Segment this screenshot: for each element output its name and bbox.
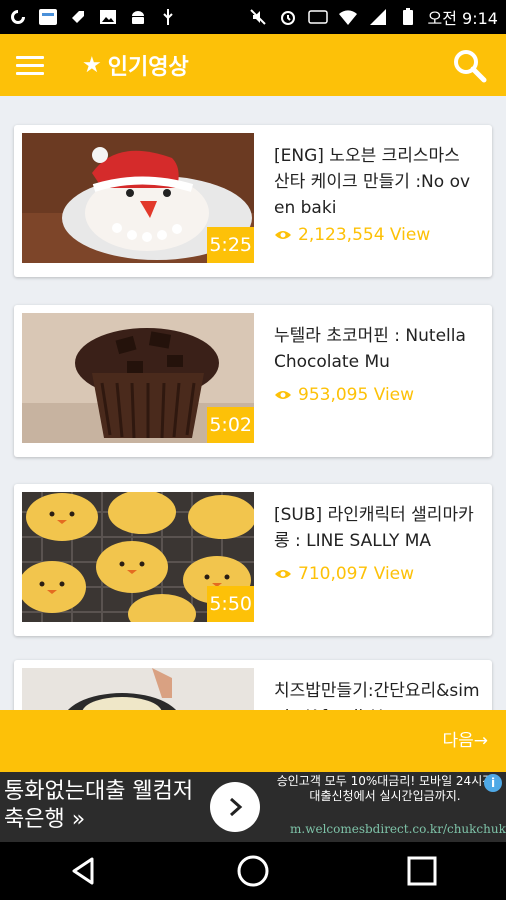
system-nav-bar [0, 842, 506, 900]
ad-headline[interactable]: 통화없는대출 웰컴저축은행 » [4, 778, 204, 834]
app-g-icon [8, 7, 28, 27]
chevron-right-icon [230, 797, 243, 817]
ad-description: 승인고객 모두 10%대금리! 모바일 24시간 대출신청에서 실시간입금까지. [276, 774, 494, 803]
back-triangle-icon [72, 857, 94, 885]
video-card[interactable]: 5:02 누텔라 초코머핀 : Nutella Chocolate Mu 953… [14, 305, 492, 457]
video-views-text: 710,097 View [298, 564, 415, 584]
video-card[interactable]: 치즈밥만들기:간단요리&simple K-food) How to [14, 660, 492, 710]
eye-icon [275, 231, 291, 239]
tag-icon [68, 7, 88, 27]
recents-square-icon [407, 856, 437, 886]
video-card[interactable]: 5:25 [ENG] 노오븐 크리스마스 산타 케이크 만들기 :No oven… [14, 125, 492, 277]
video-title: [ENG] 노오븐 크리스마스 산타 케이크 만들기 :No oven baki [274, 146, 471, 218]
search-button[interactable] [448, 44, 492, 88]
video-thumbnail: 5:50 [22, 492, 254, 622]
video-title: [SUB] 라인캐릭터 샐리마카롱 : LINE SALLY MA [274, 505, 474, 551]
video-card[interactable]: 5:50 [SUB] 라인캐릭터 샐리마카롱 : LINE SALLY MA 7… [14, 484, 492, 636]
hd-icon [307, 7, 328, 27]
hamburger-menu-icon [16, 51, 44, 80]
signal-icon [368, 7, 388, 27]
ad-banner[interactable]: 통화없는대출 웰컴저축은행 » 승인고객 모두 10%대금리! 모바일 24시간… [0, 772, 506, 842]
eye-icon [275, 570, 291, 578]
status-time: 오전 9:14 [427, 9, 498, 28]
eye-icon [275, 391, 291, 399]
video-duration: 5:02 [207, 407, 254, 443]
status-bar: 오전 9:14 [0, 0, 506, 34]
video-title: 누텔라 초코머핀 : Nutella Chocolate Mu [274, 326, 466, 372]
video-views: 953,095 View [274, 385, 414, 405]
android-icon [128, 7, 148, 27]
recents-button[interactable] [392, 842, 452, 900]
video-views-text: 953,095 View [298, 385, 415, 405]
usb-icon [158, 7, 178, 27]
video-duration: 5:50 [207, 586, 254, 622]
video-title: 치즈밥만들기:간단요리&simple K-food) How to [274, 681, 480, 710]
app-bar: ★ 인기영상 [0, 34, 506, 96]
home-button[interactable] [223, 842, 283, 900]
video-thumbnail: 5:02 [22, 313, 254, 443]
ad-open-button[interactable] [210, 782, 260, 832]
battery-icon [398, 7, 418, 27]
newsapp-icon [38, 7, 58, 27]
home-circle-icon [237, 855, 269, 887]
pagination-bar: 다음→ [0, 710, 506, 772]
mute-icon [248, 7, 268, 27]
menu-button[interactable] [0, 34, 60, 96]
wifi-icon [338, 7, 358, 27]
alarm-icon [278, 7, 298, 27]
search-icon [454, 50, 487, 83]
video-views-text: 2,123,554 View [298, 225, 431, 245]
video-thumbnail [22, 668, 254, 710]
page-title-text: 인기영상 [107, 55, 189, 80]
video-thumbnail: 5:25 [22, 133, 254, 263]
next-page-button[interactable]: 다음→ [442, 726, 488, 751]
ad-url[interactable]: m.welcomesbdirect.co.kr/chukchuk [290, 822, 506, 836]
back-button[interactable] [54, 842, 114, 900]
star-icon: ★ [82, 52, 102, 78]
video-views: 710,097 View [274, 564, 414, 584]
image-icon [98, 7, 118, 27]
video-list: 5:25 [ENG] 노오븐 크리스마스 산타 케이크 만들기 :No oven… [0, 96, 506, 710]
video-duration: 5:25 [207, 227, 254, 263]
video-views: 2,123,554 View [274, 225, 430, 245]
ad-info-icon[interactable]: i [484, 774, 502, 792]
page-title: ★ 인기영상 [82, 49, 189, 81]
